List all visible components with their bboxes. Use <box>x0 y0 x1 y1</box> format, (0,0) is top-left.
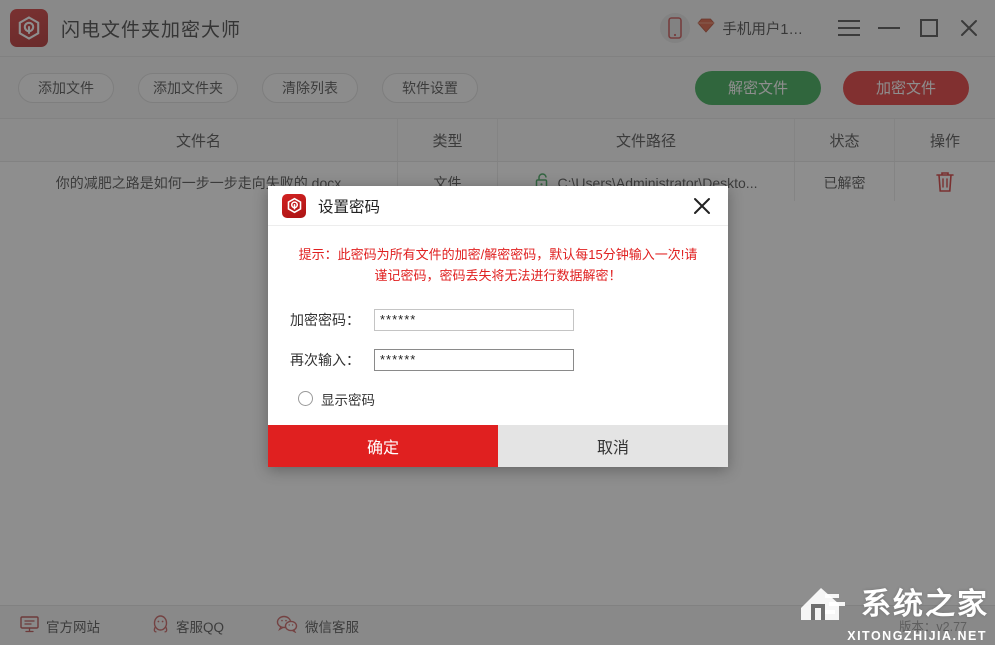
dialog-body: 提示：此密码为所有文件的加密/解密密码，默认每15分钟输入一次!请谨记密码，密码… <box>268 226 728 409</box>
encrypt-password-label: 加密密码： <box>290 311 360 328</box>
cancel-button[interactable]: 取消 <box>498 424 728 467</box>
dialog-footer: 确定 取消 <box>268 424 728 467</box>
close-icon[interactable] <box>688 192 716 220</box>
radio-unchecked-icon[interactable] <box>298 391 313 407</box>
show-password-toggle[interactable]: 显示密码 <box>298 389 706 409</box>
dialog-header: 设置密码 <box>268 186 728 226</box>
encrypt-password-input[interactable] <box>374 308 574 331</box>
dialog-title: 设置密码 <box>318 198 381 216</box>
app-shield-logo-icon <box>282 193 306 218</box>
confirm-button[interactable]: 确定 <box>268 424 498 467</box>
set-password-dialog: 设置密码 提示：此密码为所有文件的加密/解密密码，默认每15分钟输入一次!请谨记… <box>268 186 728 467</box>
confirm-password-row: 再次输入： <box>290 348 706 371</box>
confirm-password-label: 再次输入： <box>290 351 360 368</box>
show-password-label: 显示密码 <box>321 392 375 408</box>
password-warning-text: 提示：此密码为所有文件的加密/解密密码，默认每15分钟输入一次!请谨记密码，密码… <box>298 247 698 284</box>
confirm-password-input[interactable] <box>374 348 574 371</box>
encrypt-password-row: 加密密码： <box>290 308 706 331</box>
